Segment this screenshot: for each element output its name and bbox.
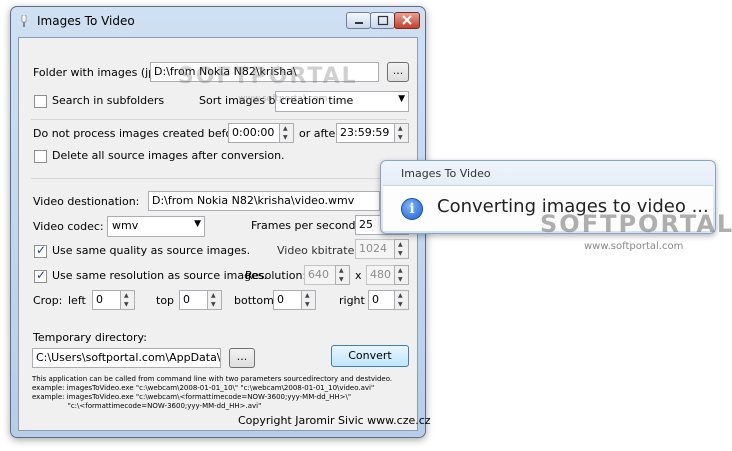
info-icon: i (401, 198, 423, 220)
crop-bottom-value[interactable]: 0 (273, 290, 302, 310)
crop-right-value[interactable]: 0 (368, 290, 395, 310)
watermark-brand-popup: SOFTPORTAL (540, 210, 732, 238)
watermark-brand: SOFTPORTAL (178, 64, 358, 89)
temp-directory-input[interactable]: C:\Users\softportal.com\AppData\Loc (32, 348, 221, 368)
crop-bottom-label: bottom (234, 294, 274, 307)
after-label: or after (299, 127, 340, 140)
maximize-button[interactable] (370, 12, 395, 29)
resolution-height-value[interactable]: 480 (366, 265, 395, 285)
resolution-label: Resolution: (245, 269, 307, 282)
separator (31, 119, 407, 120)
spinner-arrows[interactable]: ▲▼ (394, 290, 409, 310)
command-line-help: This application can be called from comm… (32, 375, 393, 410)
before-time-value[interactable]: 0:00:00 (228, 123, 280, 143)
search-subfolders-checkbox[interactable] (34, 95, 47, 108)
resolution-x-label: x (355, 269, 362, 282)
spinner-arrows[interactable]: ▲▼ (394, 239, 409, 259)
window-title: Images To Video (37, 14, 135, 28)
watermark-url: www.softportal.com (238, 94, 328, 104)
spinner-arrows[interactable]: ▲▼ (335, 265, 350, 285)
copyright-text: Copyright Jaromir Sivic www.cze.cz (238, 414, 431, 427)
title-bar[interactable]: Images To Video (11, 7, 425, 35)
convert-button[interactable]: Convert (331, 345, 409, 367)
fps-label: Frames per second: (251, 219, 360, 232)
video-destination-label: Video destionation: (33, 195, 140, 208)
close-button[interactable] (394, 12, 420, 29)
not-before-label: Do not process images created before: (33, 127, 247, 140)
crop-top-value[interactable]: 0 (179, 290, 208, 310)
crop-right-spinner[interactable]: 0 ▲ ▼ (368, 290, 409, 310)
spinner-arrows[interactable]: ▲▼ (279, 123, 294, 143)
delete-source-checkbox[interactable] (34, 150, 47, 163)
app-icon (21, 15, 27, 27)
search-subfolders-label: Search in subfolders (52, 94, 165, 107)
kbitrate-value[interactable]: 1024 (355, 239, 395, 259)
spinner-arrows[interactable]: ▲▼ (207, 290, 222, 310)
temp-directory-label: Temporary directory: (33, 331, 147, 344)
watermark-url-popup: www.softportal.com (584, 241, 684, 252)
separator (31, 178, 407, 179)
kbitrate-spinner[interactable]: 1024 ▲ ▼ (355, 239, 409, 259)
same-resolution-checkbox[interactable] (34, 268, 47, 283)
chevron-down-icon: ▼ (398, 94, 405, 104)
minimize-icon (355, 22, 363, 24)
spinner-arrows[interactable]: ▲▼ (394, 123, 409, 143)
popup-title: Images To Video (401, 167, 491, 180)
crop-left-label: left (68, 294, 86, 307)
spinner-arrows[interactable]: ▲▼ (120, 290, 135, 310)
video-codec-value: wmv (112, 219, 139, 232)
spinner-arrows[interactable]: ▲▼ (394, 265, 409, 285)
client-area: Folder with images (jpg): D:\from Nokia … (18, 37, 431, 431)
delete-source-label: Delete all source images after conversio… (52, 149, 285, 162)
after-time-value[interactable]: 23:59:59 (336, 123, 395, 143)
crop-right-label: right (339, 294, 365, 307)
crop-bottom-spinner[interactable]: 0 ▲ ▼ (273, 290, 316, 310)
maximize-icon (377, 15, 389, 26)
same-resolution-label: Use same resolution as source images. (52, 269, 268, 282)
spinner-arrows[interactable]: ▲▼ (301, 290, 316, 310)
crop-top-spinner[interactable]: 0 ▲ ▼ (179, 290, 222, 310)
resolution-width-spinner[interactable]: 640 ▲ ▼ (304, 265, 350, 285)
before-time-spinner[interactable]: 0:00:00 ▲ ▼ (228, 123, 294, 143)
chevron-down-icon: ▼ (194, 219, 201, 229)
same-quality-checkbox[interactable] (34, 243, 47, 258)
browse-folder-button[interactable]: ... (387, 62, 409, 82)
resolution-width-value[interactable]: 640 (304, 265, 336, 285)
after-time-spinner[interactable]: 23:59:59 ▲ ▼ (336, 123, 409, 143)
video-codec-label: Video codec: (33, 220, 104, 233)
resolution-height-spinner[interactable]: 480 ▲ ▼ (366, 265, 409, 285)
video-destination-input[interactable]: D:\from Nokia N82\krisha\video.wmv (148, 191, 380, 211)
minimize-button[interactable] (346, 12, 371, 29)
same-quality-label: Use same quality as source images. (52, 244, 251, 257)
crop-top-label: top (156, 294, 175, 307)
close-icon (402, 15, 412, 25)
crop-left-spinner[interactable]: 0 ▲ ▼ (92, 290, 135, 310)
crop-left-value[interactable]: 0 (92, 290, 121, 310)
kbitrate-label: Video kbitrate: (277, 244, 359, 257)
crop-label: Crop: (33, 294, 63, 307)
browse-temp-button[interactable]: ... (229, 348, 255, 368)
video-codec-select[interactable]: wmv ▼ (107, 216, 205, 237)
